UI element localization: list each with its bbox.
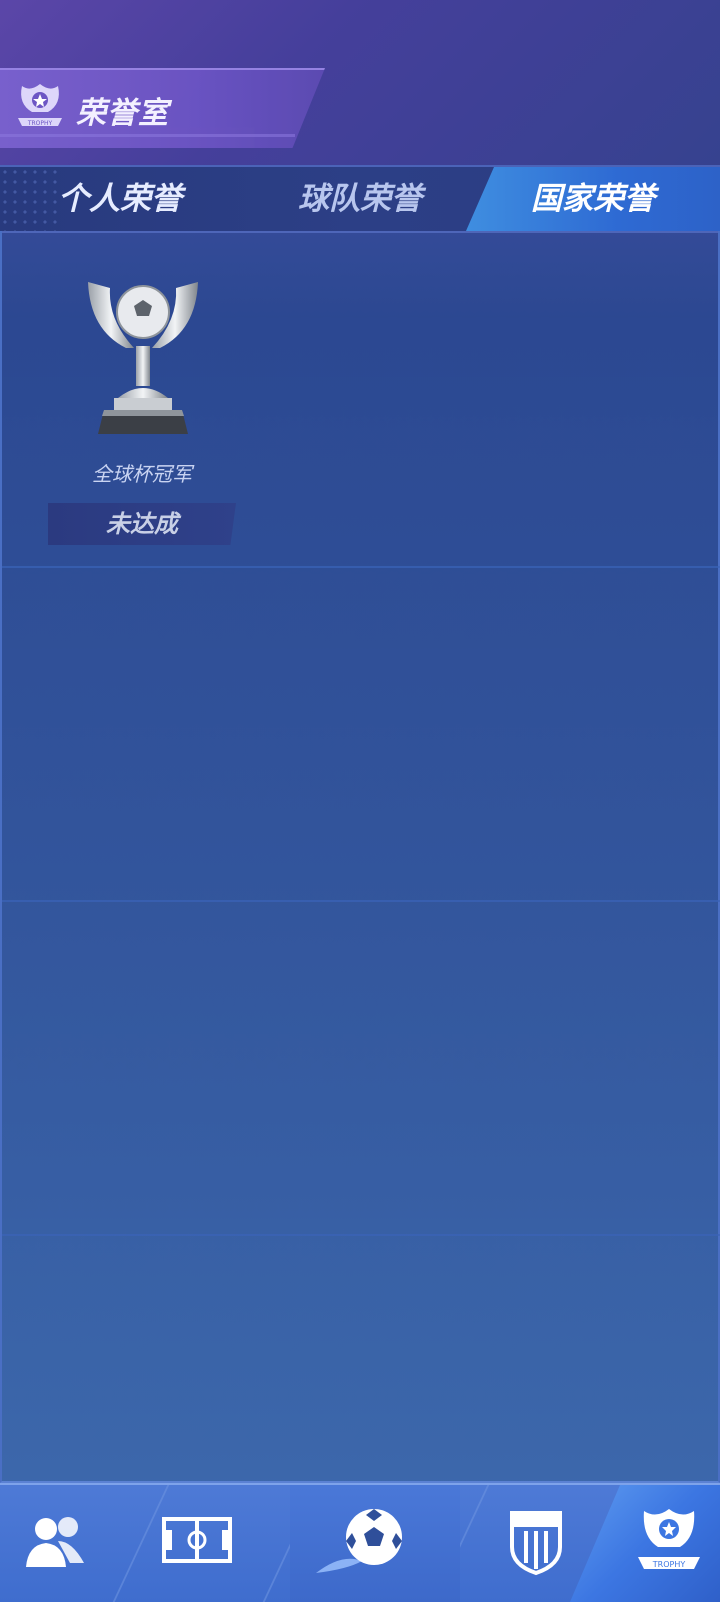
nav-field[interactable] <box>140 1485 290 1602</box>
silver-trophy-icon <box>88 282 198 434</box>
row-divider <box>2 566 720 568</box>
nav-players[interactable] <box>0 1485 140 1602</box>
honor-status: 未达成 <box>48 503 236 545</box>
row-divider <box>2 1234 720 1236</box>
trophy-icon: TROPHY <box>638 1509 700 1569</box>
page-title: 荣誉室 <box>76 96 169 131</box>
title-stripe <box>0 134 295 137</box>
field-icon <box>162 1517 232 1563</box>
tab-team-honor[interactable]: 球队荣誉 <box>260 167 460 231</box>
svg-text:TROPHY: TROPHY <box>27 120 53 127</box>
trophy-badge-icon: TROPHY <box>18 84 62 127</box>
club-badge-icon <box>510 1511 562 1576</box>
honor-name: 全球杯冠军 <box>92 462 192 486</box>
tab-personal-honor[interactable]: 个人荣誉 <box>20 167 220 231</box>
bottom-nav: TROPHY <box>0 1483 720 1602</box>
players-icon <box>26 1517 84 1567</box>
svg-text:TROPHY: TROPHY <box>652 1560 686 1569</box>
soccer-ball-icon <box>316 1509 402 1573</box>
tab-national-honor[interactable]: 国家荣誉 <box>466 167 720 231</box>
row-divider <box>2 900 720 902</box>
honor-tabs: 个人荣誉 球队荣誉 国家荣誉 <box>0 165 720 233</box>
nav-play[interactable] <box>290 1485 460 1602</box>
